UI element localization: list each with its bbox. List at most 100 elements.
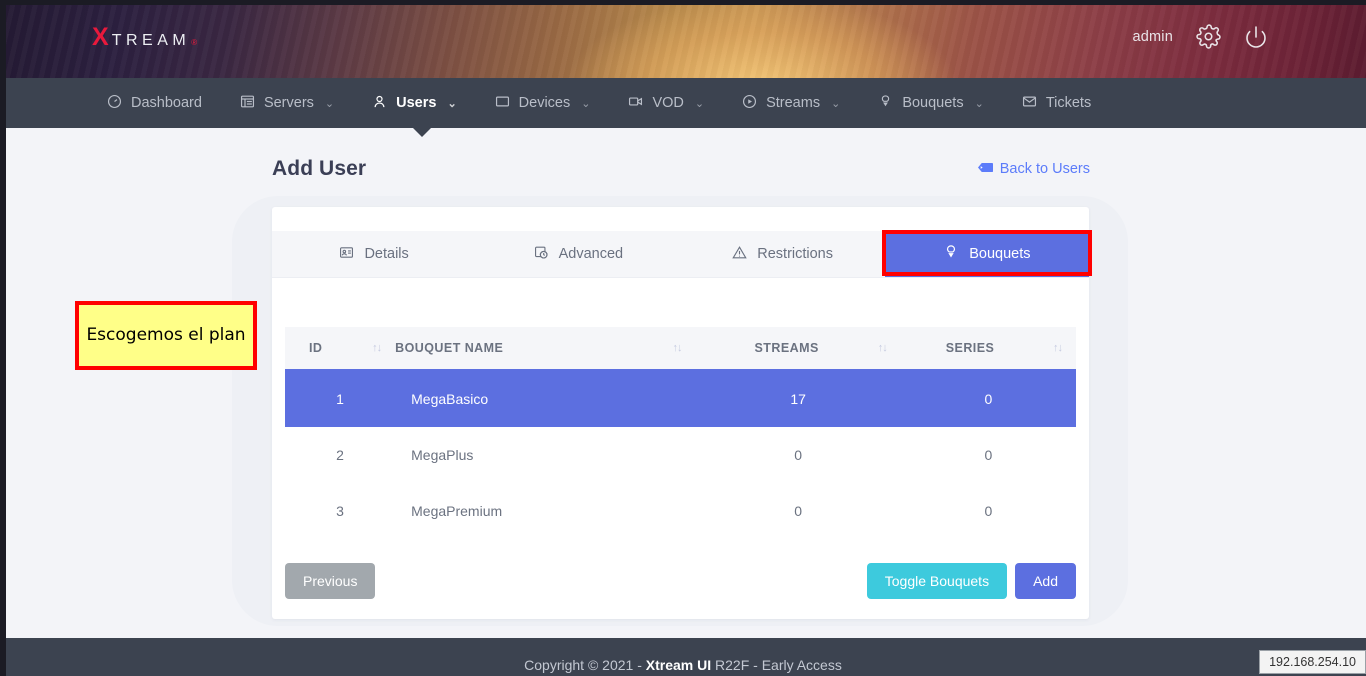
column-header-streams[interactable]: STREAMS ↑↓ bbox=[695, 327, 901, 371]
warning-triangle-icon bbox=[732, 245, 747, 264]
cell-bouquet-name: MegaBasico bbox=[411, 391, 489, 407]
back-tag-icon bbox=[977, 161, 993, 178]
bouquets-table-wrapper: ID ↑↓ BOUQUET NAME ↑↓ STREAMS ↑↓ SERIES … bbox=[285, 327, 1076, 539]
play-circle-icon bbox=[742, 94, 757, 113]
back-link-label: Back to Users bbox=[999, 161, 1090, 177]
power-icon[interactable] bbox=[1244, 25, 1268, 49]
cell-streams: 17 bbox=[790, 391, 806, 407]
sort-arrows-icon[interactable]: ↑↓ bbox=[372, 342, 395, 354]
column-label: STREAMS bbox=[754, 341, 819, 355]
add-button[interactable]: Add bbox=[1015, 563, 1076, 599]
header-actions: admin bbox=[1133, 24, 1269, 49]
table-head: ID ↑↓ BOUQUET NAME ↑↓ STREAMS ↑↓ SERIES … bbox=[285, 327, 1076, 371]
cell-series: 0 bbox=[984, 503, 993, 519]
nav-item-devices[interactable]: Devices ⌄ bbox=[476, 78, 610, 128]
left-edge-strip bbox=[0, 0, 6, 676]
nav-item-dashboard[interactable]: Dashboard bbox=[88, 78, 221, 128]
logo-registered-mark: ® bbox=[191, 38, 198, 47]
tab-advanced[interactable]: Advanced bbox=[476, 231, 681, 277]
footer-suffix: R22F - Early Access bbox=[711, 657, 842, 673]
footer-copyright: Copyright © 2021 - Xtream UI R22F - Earl… bbox=[524, 641, 842, 673]
chevron-down-icon: ⌄ bbox=[974, 97, 984, 110]
table-row[interactable]: 1 MegaBasico 17 0 bbox=[285, 370, 1076, 427]
main-nav: Dashboard Servers ⌄ Users ⌄ Devices ⌄ VO… bbox=[0, 78, 1366, 128]
advanced-icon bbox=[534, 245, 549, 264]
nav-item-tickets[interactable]: Tickets bbox=[1003, 78, 1110, 128]
nav-label: Tickets bbox=[1045, 95, 1092, 111]
bouquet-icon bbox=[878, 94, 893, 113]
bouquets-table: ID ↑↓ BOUQUET NAME ↑↓ STREAMS ↑↓ SERIES … bbox=[285, 327, 1076, 539]
nav-active-pointer bbox=[413, 128, 431, 137]
cell-bouquet-name: MegaPlus bbox=[411, 447, 474, 463]
dashboard-icon bbox=[107, 94, 122, 113]
sort-arrows-icon[interactable]: ↑↓ bbox=[1053, 342, 1076, 354]
chevron-down-icon: ⌄ bbox=[581, 97, 591, 110]
cell-id: 3 bbox=[336, 503, 344, 519]
chevron-down-icon: ⌄ bbox=[694, 97, 705, 110]
nav-label: Streams bbox=[766, 95, 821, 111]
footer-prefix: Copyright © 2021 - bbox=[524, 657, 646, 673]
cell-id: 1 bbox=[336, 391, 344, 407]
gear-icon[interactable] bbox=[1196, 24, 1221, 49]
chevron-down-icon: ⌄ bbox=[324, 97, 335, 110]
app-root: X TREAM ® admin Dashboard Servers ⌄ User… bbox=[0, 0, 1366, 676]
cell-series: 0 bbox=[984, 447, 993, 463]
toggle-bouquets-button[interactable]: Toggle Bouquets bbox=[866, 563, 1008, 599]
chevron-down-icon: ⌄ bbox=[831, 97, 841, 110]
top-banner: X TREAM ® admin bbox=[0, 0, 1366, 78]
video-icon bbox=[628, 94, 643, 113]
sort-arrows-icon[interactable]: ↑↓ bbox=[673, 342, 696, 354]
logo-x-mark: X bbox=[92, 23, 109, 51]
tab-details[interactable]: Details bbox=[272, 231, 477, 277]
sort-arrows-icon[interactable]: ↑↓ bbox=[878, 342, 901, 354]
id-card-icon bbox=[339, 245, 354, 264]
column-label: BOUQUET NAME bbox=[395, 341, 504, 355]
nav-item-servers[interactable]: Servers ⌄ bbox=[221, 78, 353, 128]
table-row[interactable]: 2 MegaPlus 0 0 bbox=[285, 427, 1076, 483]
nav-label: Dashboard bbox=[131, 95, 202, 111]
tab-label: Details bbox=[364, 246, 409, 262]
app-logo[interactable]: X TREAM ® bbox=[92, 25, 197, 50]
cell-bouquet-name: MegaPremium bbox=[411, 503, 503, 519]
card-tabs: Details Advanced Restrictions Bouquets bbox=[272, 231, 1089, 278]
footer-brand: Xtream UI bbox=[645, 657, 712, 673]
tab-restrictions[interactable]: Restrictions bbox=[680, 231, 885, 277]
column-label: SERIES bbox=[945, 341, 995, 355]
logo-wordmark: TREAM bbox=[111, 32, 191, 49]
table-body: 1 MegaBasico 17 0 2 MegaPlus 0 0 3 MegaP… bbox=[285, 370, 1076, 539]
admin-username[interactable]: admin bbox=[1133, 29, 1174, 45]
mail-icon bbox=[1022, 94, 1037, 113]
column-header-series[interactable]: SERIES ↑↓ bbox=[900, 327, 1076, 371]
column-header-id[interactable]: ID ↑↓ bbox=[285, 327, 396, 371]
table-header-row: ID ↑↓ BOUQUET NAME ↑↓ STREAMS ↑↓ SERIES … bbox=[285, 327, 1076, 371]
previous-button[interactable]: Previous bbox=[285, 563, 376, 599]
nav-label: Servers bbox=[263, 95, 314, 111]
nav-label: VOD bbox=[652, 95, 684, 111]
tab-label: Bouquets bbox=[969, 246, 1031, 262]
cell-streams: 0 bbox=[794, 503, 803, 519]
column-header-bouquet-name[interactable]: BOUQUET NAME ↑↓ bbox=[395, 327, 696, 371]
back-to-users-link[interactable]: Back to Users bbox=[977, 161, 1090, 178]
nav-item-users[interactable]: Users ⌄ bbox=[353, 78, 476, 128]
user-icon bbox=[372, 94, 387, 113]
nav-item-streams[interactable]: Streams ⌄ bbox=[723, 78, 859, 128]
tab-label: Restrictions bbox=[757, 246, 833, 262]
cell-streams: 0 bbox=[794, 447, 803, 463]
nav-label: Bouquets bbox=[902, 95, 964, 111]
nav-item-vod[interactable]: VOD ⌄ bbox=[609, 78, 723, 128]
nav-label: Devices bbox=[518, 95, 571, 111]
nav-item-bouquets[interactable]: Bouquets ⌄ bbox=[859, 78, 1003, 128]
servers-icon bbox=[240, 94, 255, 113]
tab-bouquets[interactable]: Bouquets bbox=[884, 231, 1089, 277]
tab-label: Advanced bbox=[558, 246, 624, 262]
chevron-down-icon: ⌄ bbox=[447, 97, 457, 110]
page-title: Add User bbox=[272, 157, 367, 180]
table-row[interactable]: 3 MegaPremium 0 0 bbox=[285, 483, 1076, 539]
device-icon bbox=[495, 94, 510, 113]
cell-id: 2 bbox=[336, 447, 344, 463]
ip-status-badge: 192.168.254.10 bbox=[1259, 650, 1366, 674]
annotation-callout: Escogemos el plan bbox=[75, 301, 257, 370]
column-label: ID bbox=[309, 341, 323, 355]
bouquet-icon bbox=[943, 244, 959, 264]
page-header: Add User Back to Users bbox=[272, 157, 1090, 181]
